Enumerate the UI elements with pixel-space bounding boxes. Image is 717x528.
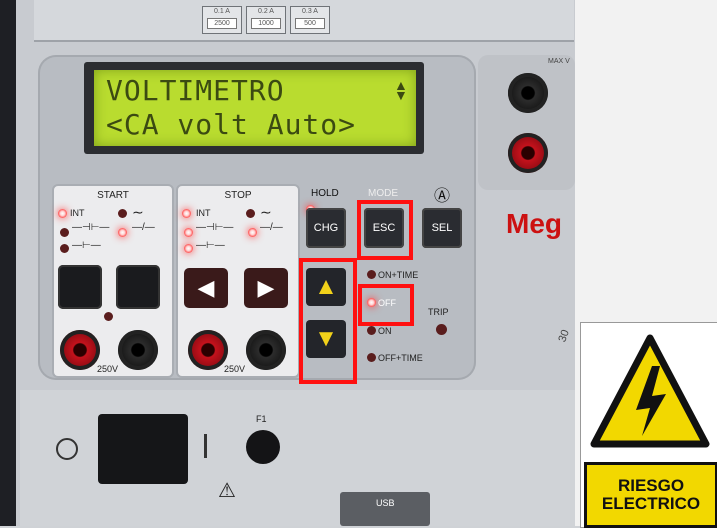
stop-jack-black[interactable]: [246, 330, 286, 370]
lcd-line-2: <CA volt Auto>: [106, 108, 357, 141]
start-int-led: [58, 209, 67, 218]
up-down-arrow-icon: ▲ ▼: [394, 77, 408, 103]
chg-button[interactable]: CHG: [306, 208, 346, 248]
range-upper: 0.1 A: [214, 8, 230, 15]
ac-wave-icon: ∼: [132, 204, 144, 220]
fuse-label: F1: [256, 414, 267, 424]
range-strip: 0.1 A 2500 0.2 A 1000 0.3 A 500: [34, 0, 574, 42]
stop-no-contact-led: [248, 228, 257, 237]
start-right-button[interactable]: [116, 265, 160, 309]
usb-port[interactable]: USB: [340, 492, 430, 526]
stop-int-label: INT: [196, 208, 211, 218]
arrows-highlight: [299, 258, 357, 384]
on-led: [367, 326, 376, 335]
switch-icon: —/—: [260, 222, 283, 233]
off-highlight: [358, 284, 414, 326]
stop-contact-led-2: [184, 244, 193, 253]
right-arrow-button[interactable]: ▶: [244, 268, 288, 308]
start-jack-black[interactable]: [118, 330, 158, 370]
power-off-symbol: [56, 438, 78, 460]
fuse-holder[interactable]: [246, 430, 280, 464]
hold-label: HOLD: [311, 188, 339, 199]
on-time-led: [367, 270, 376, 279]
high-voltage-icon: [590, 334, 710, 448]
ac-wave-icon: ∼: [260, 204, 272, 220]
off-time-label: OFF+TIME: [378, 353, 423, 363]
mode-label: MODE: [368, 188, 398, 199]
hazard-text-line1: RIESGO: [617, 476, 685, 495]
auto-label: Ⓐ: [434, 188, 451, 205]
contact-icon: —⊣⊢—: [72, 222, 110, 233]
range-upper: 0.2 A: [258, 8, 274, 15]
on-time-label: ON+TIME: [378, 270, 419, 280]
hazard-text: RIESGO ELECTRICO: [584, 462, 717, 528]
range-box: 0.3 A 500: [290, 6, 330, 34]
left-arrow-button[interactable]: ◀: [184, 268, 228, 308]
start-jack-red[interactable]: [60, 330, 100, 370]
off-time-led: [367, 353, 376, 362]
start-contact-led-2: [60, 244, 69, 253]
stop-ac-led: [246, 209, 255, 218]
power-switch[interactable]: [98, 414, 188, 484]
stop-int-led: [182, 209, 191, 218]
range-box: 0.1 A 2500: [202, 6, 242, 34]
range-lower: 2500: [207, 18, 237, 29]
esc-highlight: [357, 200, 413, 260]
stop-contact-led: [184, 228, 193, 237]
on-label: ON: [378, 326, 392, 336]
range-lower: 500: [295, 18, 325, 29]
trip-label: TRIP: [428, 307, 449, 317]
range-lower: 1000: [251, 18, 281, 29]
range-upper: 0.3 A: [302, 8, 318, 15]
stop-jack-red[interactable]: [188, 330, 228, 370]
start-ac-led: [118, 209, 127, 218]
switch-icon: —/—: [132, 222, 155, 233]
lcd-line-1: VOLTIMETRO: [106, 74, 285, 107]
warning-icon: ⚠: [218, 480, 236, 502]
range-box: 0.2 A 1000: [246, 6, 286, 34]
sel-button[interactable]: SEL: [422, 208, 462, 248]
brand-logo: Meg: [506, 208, 562, 239]
start-title: START: [97, 190, 129, 201]
lcd-display: VOLTIMETRO <CA volt Auto>: [94, 70, 416, 146]
start-contact-led: [60, 228, 69, 237]
power-on-symbol: [204, 434, 207, 458]
usb-label: USB: [376, 498, 395, 508]
stop-title: STOP: [224, 190, 252, 201]
hazard-text-line2: ELECTRICO: [601, 494, 701, 513]
trip-led: [436, 324, 447, 335]
output-jack-black[interactable]: [508, 73, 548, 113]
contact-icon: —⊣⊢—: [196, 222, 234, 233]
start-left-button[interactable]: [58, 265, 102, 309]
contact-icon: —⊢—: [196, 240, 225, 251]
output-jack-panel: [478, 55, 575, 190]
start-int-label: INT: [70, 208, 85, 218]
voltage-label: 250V: [97, 364, 119, 374]
max-voltage-label: MAX V: [548, 58, 570, 65]
start-no-contact-led: [118, 228, 127, 237]
output-jack-red[interactable]: [508, 133, 548, 173]
start-indicator: [104, 312, 113, 321]
contact-icon: —⊢—: [72, 240, 101, 251]
voltage-label: 250V: [224, 364, 246, 374]
